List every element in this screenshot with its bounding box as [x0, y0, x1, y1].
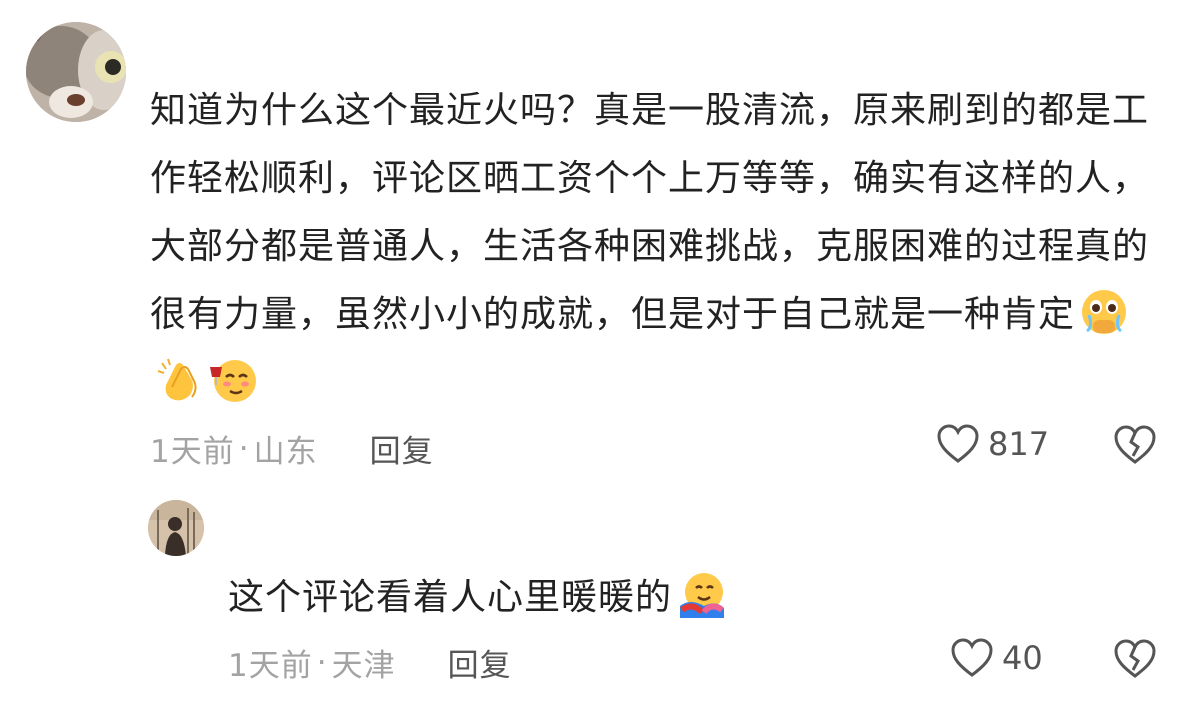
comment-location: 山东 — [253, 434, 318, 470]
like-count: 40 — [1002, 639, 1043, 677]
dislike-button[interactable] — [1112, 424, 1158, 470]
commenter-avatar[interactable] — [26, 22, 126, 122]
holding-back-tears-emoji — [1079, 287, 1129, 337]
heart-icon — [951, 638, 993, 677]
heart-icon — [937, 424, 979, 463]
reply-meta: 1天前 · 天津 回复 — [228, 640, 512, 685]
reply-body: 这个评论看着人心里暖暖的 — [228, 577, 673, 618]
meta-separator: · — [238, 430, 250, 467]
reply-text: 这个评论看着人心里暖暖的 — [228, 564, 1128, 632]
broken-heart-icon — [1114, 425, 1156, 464]
clapping-hands-emoji — [154, 355, 204, 405]
comment-meta: 1天前 · 山东 回复 — [150, 426, 434, 471]
toasting-emoji — [208, 355, 258, 405]
like-count: 817 — [988, 425, 1050, 463]
dislike-button[interactable] — [1112, 638, 1158, 684]
meta-separator: · — [316, 644, 328, 681]
like-button[interactable]: 40 — [950, 638, 1043, 678]
reply-button[interactable]: 回复 — [370, 426, 434, 471]
comment-text: 知道为什么这个最近火吗？真是一股清流，原来刷到的都是工作轻松顺利，评论区晒工资个… — [150, 77, 1160, 417]
hugging-face-emoji — [676, 570, 726, 620]
reply-button[interactable]: 回复 — [448, 640, 512, 685]
comment-time: 1天前 — [150, 434, 235, 470]
replier-avatar[interactable] — [148, 500, 204, 556]
comment-body: 知道为什么这个最近火吗？真是一股清流，原来刷到的都是工作轻松顺利，评论区晒工资个… — [150, 90, 1150, 335]
reply-location: 天津 — [331, 648, 396, 684]
reply-time: 1天前 — [228, 648, 313, 684]
broken-heart-icon — [1114, 639, 1156, 678]
like-button[interactable]: 817 — [936, 424, 1049, 464]
